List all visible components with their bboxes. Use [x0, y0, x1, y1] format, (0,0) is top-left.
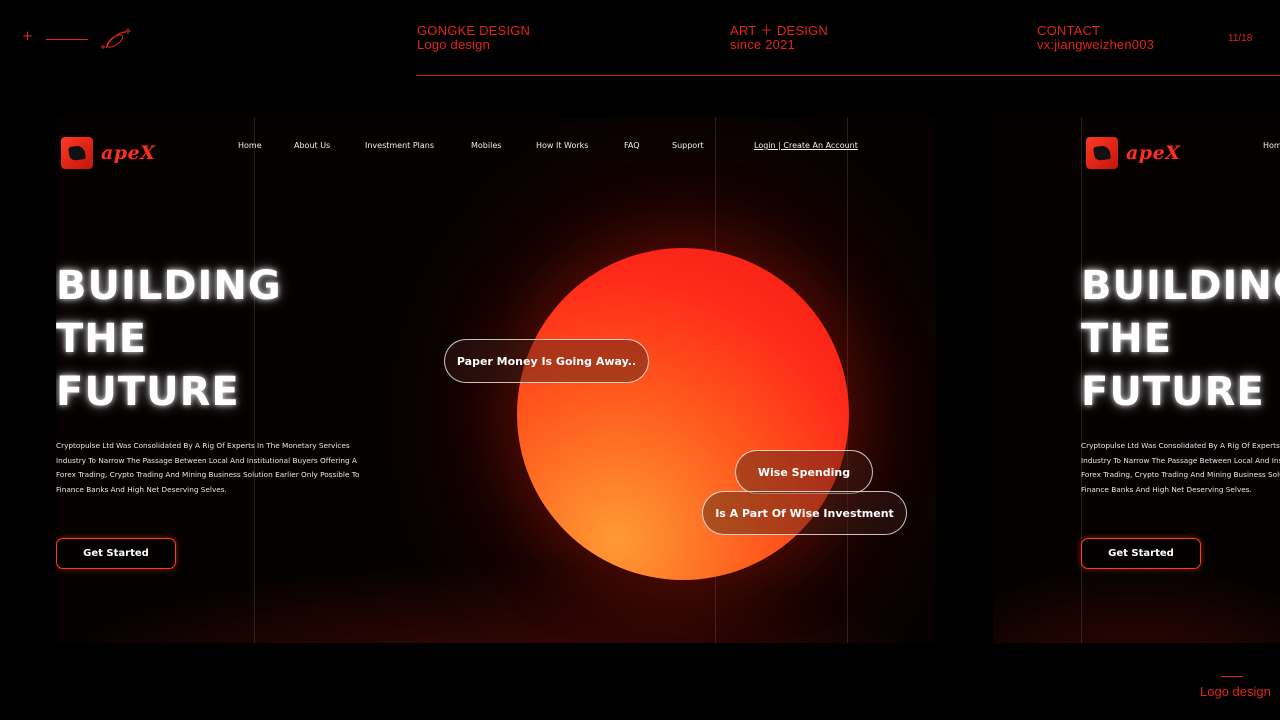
hero-description: Cryptopulse Ltd Was Consolidated By A Ri…	[56, 441, 360, 494]
header-col-art: ART ＋ DESIGN since 2021	[730, 24, 828, 52]
decor-line	[46, 39, 88, 40]
logo-text: apeX	[101, 142, 156, 164]
nav-faq[interactable]: FAQ	[624, 141, 640, 150]
orbit-sparkle-icon	[101, 28, 131, 49]
pill-paper-money: Paper Money Is Going Away..	[444, 339, 649, 383]
hero-title: BUILDING THE FUTURE	[56, 260, 282, 419]
nav-how-it-works[interactable]: How It Works	[536, 141, 588, 150]
hero-line: THE	[1081, 316, 1173, 362]
header-divider	[416, 75, 1280, 76]
logo-mark-icon	[1086, 137, 1118, 169]
pill-wise-spending: Wise Spending	[735, 450, 873, 494]
hero-line: BUILDING	[1081, 263, 1280, 309]
header-col-contact: CONTACT vx:jiangweizhen003	[1037, 24, 1154, 52]
site-logo[interactable]: apeX	[1086, 137, 1180, 169]
logo-text: apeX	[1126, 142, 1181, 164]
logo-mark-icon	[61, 137, 93, 169]
website-mockup: apeX Home About Us Investment Plans Mobi…	[56, 117, 936, 643]
footer-label: Logo design	[1200, 684, 1271, 699]
hero-line: THE	[56, 316, 148, 362]
nav-support[interactable]: Support	[672, 141, 704, 150]
hero-line: FUTURE	[1081, 369, 1265, 415]
nav-mobiles[interactable]: Mobiles	[471, 141, 501, 150]
header-col-art-subtitle: since 2021	[730, 37, 795, 52]
get-started-button[interactable]: Get Started	[1081, 538, 1201, 569]
nav-login[interactable]: Login | Create An Account	[754, 141, 858, 150]
site-logo[interactable]: apeX	[61, 137, 155, 169]
hero-title: BUILDING THE FUTURE	[1081, 260, 1280, 419]
header-col-brand: GONGKE DESIGN Logo design	[417, 24, 530, 52]
hero-line: BUILDING	[56, 263, 282, 309]
grid-line	[847, 117, 848, 643]
footer-dash	[1221, 676, 1243, 677]
header-col-art-title: ART ＋ DESIGN	[730, 23, 828, 38]
pill-wise-investment: Is A Part Of Wise Investment	[702, 491, 907, 535]
hero-description: Cryptopulse Ltd Was Consolidated By A Ri…	[1081, 441, 1280, 494]
header-col-brand-title: GONGKE DESIGN	[417, 23, 531, 38]
header-col-contact-title: CONTACT	[1037, 23, 1101, 38]
header-col-brand-subtitle: Logo design	[417, 37, 491, 52]
get-started-button[interactable]: Get Started	[56, 538, 176, 569]
website-mockup-partial: apeX Home BUILDING THE FUTURE Cryptopuls…	[993, 117, 1280, 643]
nav-home[interactable]: Home	[1263, 141, 1280, 150]
nav-home[interactable]: Home	[238, 141, 262, 150]
nav-investment-plans[interactable]: Investment Plans	[365, 141, 434, 150]
page-number: 11/18	[1228, 33, 1253, 44]
plus-icon: +	[22, 29, 33, 44]
hero-line: FUTURE	[56, 369, 240, 415]
header-col-contact-subtitle: vx:jiangweizhen003	[1037, 37, 1155, 52]
nav-about[interactable]: About Us	[294, 141, 330, 150]
